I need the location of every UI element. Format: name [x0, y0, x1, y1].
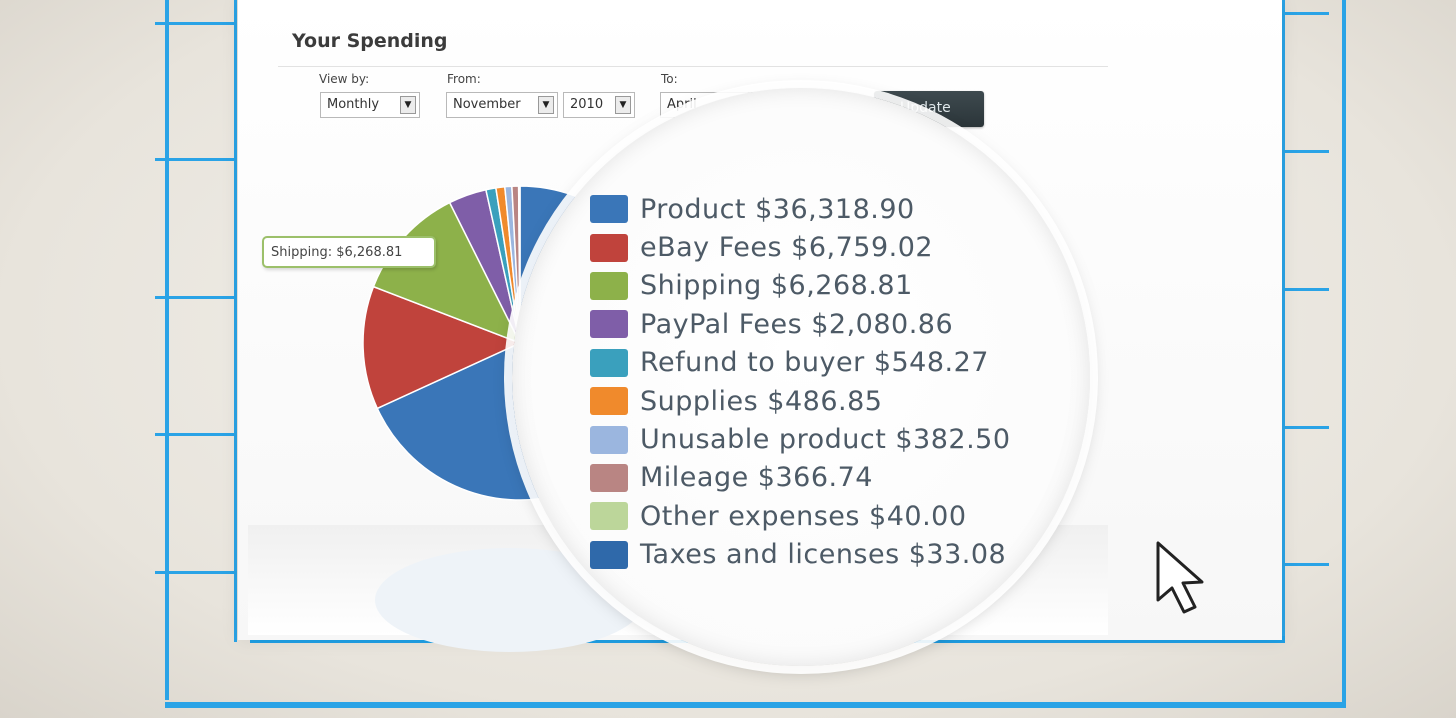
- legend-item: Supplies $486.85: [590, 382, 1011, 420]
- legend-swatch: [590, 233, 628, 262]
- magnifier-lens: Product $36,318.90 eBay Fees $6,759.02 Shi…: [512, 88, 1090, 666]
- shipping-tooltip: Shipping: $6,268.81: [262, 236, 436, 268]
- legend-swatch: [590, 348, 628, 377]
- legend-label: eBay Fees $6,759.02: [640, 232, 934, 264]
- legend-item: Mileage $366.74: [590, 459, 1011, 497]
- legend-label: Shipping $6,268.81: [640, 270, 913, 302]
- legend-swatch: [590, 463, 628, 492]
- legend-label: PayPal Fees $2,080.86: [640, 308, 954, 340]
- chart-legend: Product $36,318.90 eBay Fees $6,759.02 Shi…: [590, 190, 1011, 574]
- legend-label: Refund to buyer $548.27: [640, 347, 989, 379]
- legend-label: Other expenses $40.00: [640, 500, 967, 532]
- legend-item: PayPal Fees $2,080.86: [590, 305, 1011, 343]
- legend-swatch: [590, 540, 628, 569]
- legend-swatch: [590, 502, 628, 531]
- legend-item: Taxes and licenses $33.08: [590, 536, 1011, 574]
- legend-label: Product $36,318.90: [640, 193, 915, 225]
- legend-label: Unusable product $382.50: [640, 424, 1011, 456]
- legend-item: Other expenses $40.00: [590, 497, 1011, 535]
- legend-item: Shipping $6,268.81: [590, 267, 1011, 305]
- legend-swatch: [590, 310, 628, 339]
- legend-swatch: [590, 195, 628, 224]
- legend-label: Supplies $486.85: [640, 385, 883, 417]
- legend-label: Mileage $366.74: [640, 462, 873, 494]
- legend-swatch: [590, 271, 628, 300]
- legend-item: Product $36,318.90: [590, 190, 1011, 228]
- legend-label: Taxes and licenses $33.08: [640, 539, 1007, 571]
- legend-item: Unusable product $382.50: [590, 420, 1011, 458]
- legend-swatch: [590, 425, 628, 454]
- legend-item: eBay Fees $6,759.02: [590, 228, 1011, 266]
- legend-swatch: [590, 387, 628, 416]
- legend-item: Refund to buyer $548.27: [590, 344, 1011, 382]
